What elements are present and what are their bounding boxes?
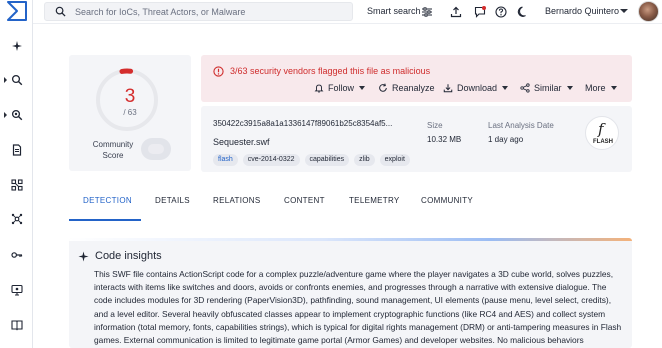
smart-search-settings[interactable] (420, 5, 433, 18)
theme-toggle-button[interactable] (516, 5, 529, 18)
detection-score-card: 3 / 63 Community Score (69, 55, 191, 171)
graph-icon (10, 179, 23, 191)
file-type-flash-icon: f FLASH (585, 116, 619, 150)
size-value: 10.32 MB (427, 135, 462, 144)
left-navigation-rail (0, 0, 33, 348)
notification-chat-icon (474, 5, 486, 18)
search-icon (55, 6, 66, 17)
tab-detection[interactable]: DETECTION (83, 196, 132, 205)
reanalyze-button[interactable]: Reanalyze (378, 83, 435, 93)
user-name[interactable]: Bernardo Quintero (545, 6, 619, 16)
smart-search-label[interactable]: Smart search (367, 6, 421, 16)
help-button[interactable] (494, 5, 507, 18)
flash-logo-letter: f (598, 120, 604, 138)
alert-message: 3/63 security vendors flagged this file … (230, 66, 431, 76)
search-box[interactable] (44, 2, 353, 21)
monitor-icon (10, 284, 23, 296)
download-button[interactable]: Download (443, 83, 509, 93)
more-label: More (585, 83, 606, 93)
sidebar-item-api-key[interactable] (0, 244, 33, 266)
report-tabs: DETECTION DETAILS RELATIONS CONTENT TELE… (69, 196, 632, 222)
last-analysis-label: Last Analysis Date (488, 121, 554, 130)
sidebar-item-graph[interactable] (0, 174, 33, 196)
sparkle-icon (78, 250, 89, 262)
sidebar-item-hunting[interactable] (0, 104, 33, 126)
file-hash[interactable]: 350422c3915a8a1a1336147f89061b25c8354af5… (213, 119, 392, 128)
key-icon (10, 252, 22, 258)
threat-network-icon (11, 213, 22, 225)
sparkle-icon (11, 41, 22, 51)
notifications-button[interactable] (473, 5, 486, 18)
file-details-card: 350422c3915a8a1a1336147f89061b25c8354af5… (201, 106, 632, 172)
tag-chip[interactable]: cve-2014-0322 (242, 154, 300, 166)
avatar[interactable] (638, 1, 659, 22)
more-button[interactable]: More (585, 83, 617, 93)
alert-circle-icon (213, 66, 224, 77)
tab-telemetry[interactable]: TELEMETRY (349, 196, 400, 205)
community-score-pill[interactable] (141, 138, 171, 160)
tag-chip[interactable]: zlib (354, 154, 375, 166)
sidebar-item-ai[interactable] (0, 35, 33, 57)
detection-alert-banner: 3/63 security vendors flagged this file … (201, 55, 632, 102)
tag-chip[interactable]: flash (213, 154, 238, 166)
insights-gradient-bar (69, 238, 632, 241)
sidebar-item-monitor[interactable] (0, 279, 33, 301)
similar-button[interactable]: Similar (520, 83, 573, 93)
sidebar-item-docs[interactable] (0, 314, 33, 336)
expand-caret-icon (4, 112, 7, 118)
upload-icon (450, 6, 461, 17)
download-label: Download (457, 83, 498, 93)
code-insights-title: Code insights (95, 250, 162, 262)
expand-caret-icon (4, 77, 7, 83)
code-insights-heading: Code insights (78, 250, 162, 262)
community-score-label: Community Score (92, 140, 134, 160)
bell-icon (314, 84, 324, 93)
follow-button[interactable]: Follow (314, 83, 366, 93)
chevron-down-icon (566, 86, 573, 90)
detection-count: 3 (124, 86, 136, 107)
similar-label: Similar (534, 83, 562, 93)
chevron-down-icon[interactable] (620, 9, 628, 13)
document-icon (12, 144, 21, 156)
upload-button[interactable] (449, 5, 462, 18)
search-input[interactable] (75, 6, 335, 17)
sidebar-item-threat-landscape[interactable] (0, 208, 33, 230)
top-bar: Smart search Bernardo Quintero (33, 0, 662, 24)
virustotal-logo-icon[interactable] (5, 0, 29, 22)
refresh-icon (379, 83, 387, 92)
tag-chip[interactable]: exploit (379, 154, 410, 166)
chevron-down-icon (610, 86, 617, 90)
chevron-down-icon (502, 86, 509, 90)
file-actions: Follow Reanalyze Download Similar More (201, 83, 632, 96)
tab-content[interactable]: CONTENT (284, 196, 325, 205)
file-type-label: FLASH (593, 139, 613, 145)
reanalyze-label: Reanalyze (392, 83, 435, 93)
sidebar-item-search[interactable] (0, 69, 33, 91)
size-label: Size (427, 121, 443, 130)
help-icon (494, 5, 507, 18)
active-tab-indicator (69, 219, 141, 221)
engine-total: / 63 (123, 108, 137, 117)
file-name: Sequester.swf (213, 137, 270, 147)
tag-chip[interactable]: capabilities (304, 154, 350, 166)
code-insights-panel: Code insights This SWF file contains Act… (69, 238, 632, 348)
community-score-value (148, 144, 164, 154)
moon-icon (517, 6, 526, 17)
tab-community[interactable]: COMMUNITY (421, 196, 473, 205)
last-analysis-value: 1 day ago (488, 135, 524, 144)
tab-details[interactable]: DETAILS (155, 196, 190, 205)
search-magnifier-icon (11, 74, 22, 86)
chevron-down-icon (359, 86, 366, 90)
sliders-icon (421, 6, 432, 17)
follow-label: Follow (328, 83, 355, 93)
hunting-icon (11, 109, 22, 121)
code-insights-text: This SWF file contains ActionScript code… (94, 269, 622, 346)
sidebar-item-reports[interactable] (0, 139, 33, 161)
book-icon (10, 320, 23, 331)
download-icon (443, 84, 453, 93)
similar-network-icon (520, 83, 530, 93)
tag-list: flash cve-2014-0322 capabilities zlib ex… (213, 154, 410, 166)
tab-relations[interactable]: RELATIONS (213, 196, 260, 205)
